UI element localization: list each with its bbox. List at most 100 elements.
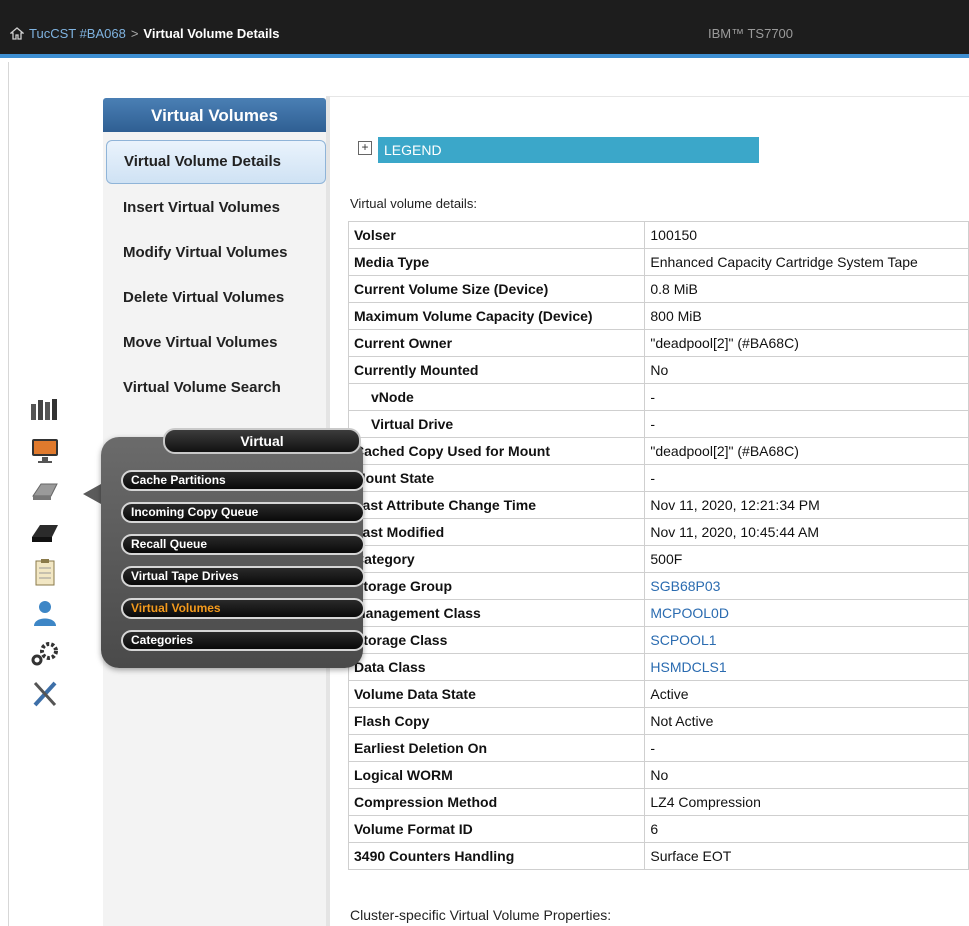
detail-key: Volume Format ID [347,815,646,843]
table-row: Volume Format ID 6 [347,815,969,843]
detail-key: Compression Method [347,788,646,816]
detail-key: 3490 Counters Handling [347,842,646,870]
table-row: Virtual Drive - [347,410,969,438]
detail-value: "deadpool[2]" (#BA68C) [644,437,969,465]
detail-key: Earliest Deletion On [347,734,646,762]
detail-value: "deadpool[2]" (#BA68C) [644,329,969,357]
detail-value: Nov 11, 2020, 10:45:44 AM [644,518,969,546]
detail-value: No [644,356,969,384]
cluster-properties-caption: Cluster-specific Virtual Volume Properti… [350,907,612,923]
detail-key: Storage Group [347,572,646,600]
table-row: Storage Group SGB68P03 [347,572,969,600]
flyout-item-incoming-copy-queue[interactable]: Incoming Copy Queue [121,502,365,523]
detail-value: No [644,761,969,789]
detail-key: Cached Copy Used for Mount [347,437,646,465]
clipboard-icon[interactable] [29,558,61,588]
detail-key: Currently Mounted [347,356,646,384]
detail-key: vNode [347,383,646,411]
legend-bar[interactable]: + LEGEND [352,135,759,165]
table-row: Last Modified Nov 11, 2020, 10:45:44 AM [347,518,969,546]
detail-value: - [644,410,969,438]
table-row: Volume Data State Active [347,680,969,708]
breadcrumb-cluster-link[interactable]: TucCST #BA068 [29,26,126,41]
table-row: Flash Copy Not Active [347,707,969,735]
detail-value: Active [644,680,969,708]
table-row: Earliest Deletion On - [347,734,969,762]
table-row: Storage Class SCPOOL1 [347,626,969,654]
breadcrumb-current: Virtual Volume Details [143,26,280,41]
table-row: Mount State - [347,464,969,492]
detail-key: Flash Copy [347,707,646,735]
table-row: Management Class MCPOOL0D [347,599,969,627]
table-row: Current Owner "deadpool[2]" (#BA68C) [347,329,969,357]
detail-value: Surface EOT [644,842,969,870]
detail-key: Category [347,545,646,573]
detail-value: Enhanced Capacity Cartridge System Tape [644,248,969,276]
detail-key: Logical WORM [347,761,646,789]
detail-value: 0.8 MiB [644,275,969,303]
table-row: Last Attribute Change Time Nov 11, 2020, … [347,491,969,519]
legend-label: LEGEND [384,142,442,158]
content-panel: + LEGEND Virtual volume details: Volser 1… [330,62,969,926]
panel-top-line [330,96,969,97]
detail-key: Volser [347,221,646,249]
detail-value: - [644,383,969,411]
home-icon[interactable] [10,27,24,40]
flyout-item-virtual-tape-drives[interactable]: Virtual Tape Drives [121,566,365,587]
nav-item-virtual-volume-search[interactable]: Virtual Volume Search [103,366,326,410]
header-accent-bar [0,54,969,58]
cluster-icon[interactable] [29,394,61,424]
storage-class-link[interactable]: SCPOOL1 [650,632,716,648]
table-row: 3490 Counters Handling Surface EOT [347,842,969,870]
flyout-title: Virtual [163,428,361,454]
detail-value: 6 [644,815,969,843]
detail-value: Not Active [644,707,969,735]
virtual-volume-details-table: Volser 100150 Media Type Enhanced Capacity… [347,221,969,870]
detail-value: LZ4 Compression [644,788,969,816]
storage-group-link[interactable]: SGB68P03 [650,578,720,594]
detail-key: Maximum Volume Capacity (Device) [347,302,646,330]
cartridge-icon[interactable] [29,517,61,547]
nav-item-insert-virtual-volumes[interactable]: Insert Virtual Volumes [103,186,326,230]
table-row: Maximum Volume Capacity (Device) 800 MiB [347,302,969,330]
flyout-item-recall-queue[interactable]: Recall Queue [121,534,365,555]
detail-key: Media Type [347,248,646,276]
product-name: IBM™ TS7700 [708,26,794,41]
settings-icon[interactable] [29,639,61,669]
nav-item-move-virtual-volumes[interactable]: Move Virtual Volumes [103,321,326,365]
table-row: Data Class HSMDCLS1 [347,653,969,681]
table-row: Cached Copy Used for Mount "deadpool[2]" … [347,437,969,465]
expand-icon[interactable]: + [358,141,372,155]
detail-key: Mount State [347,464,646,492]
detail-key: Management Class [347,599,646,627]
table-row: vNode - [347,383,969,411]
breadcrumb-separator: > [130,26,139,41]
detail-value: 500F [644,545,969,573]
table-row: Logical WORM No [347,761,969,789]
virtual-flyout-menu: Virtual Cache Partitions Incoming Copy Q… [101,428,365,668]
table-row: Current Volume Size (Device) 0.8 MiB [347,275,969,303]
nav-item-virtual-volume-details[interactable]: Virtual Volume Details [106,140,326,184]
flyout-item-virtual-volumes[interactable]: Virtual Volumes [121,598,365,619]
data-class-link[interactable]: HSMDCLS1 [650,659,726,675]
flyout-item-cache-partitions[interactable]: Cache Partitions [121,470,365,491]
detail-value: - [644,464,969,492]
nav-item-modify-virtual-volumes[interactable]: Modify Virtual Volumes [103,231,326,275]
flyout-item-categories[interactable]: Categories [121,630,365,651]
detail-key: Volume Data State [347,680,646,708]
detail-value: Nov 11, 2020, 12:21:34 PM [644,491,969,519]
table-row: Category 500F [347,545,969,573]
user-icon[interactable] [29,598,61,628]
tools-icon[interactable] [29,679,61,709]
nav-title: Virtual Volumes [103,98,326,132]
table-row: Compression Method LZ4 Compression [347,788,969,816]
table-row: Media Type Enhanced Capacity Cartridge Sy… [347,248,969,276]
table-row: Currently Mounted No [347,356,969,384]
detail-value: 100150 [644,221,969,249]
nav-item-delete-virtual-volumes[interactable]: Delete Virtual Volumes [103,276,326,320]
monitor-icon[interactable] [29,436,61,466]
detail-key: Virtual Drive [347,410,646,438]
management-class-link[interactable]: MCPOOL0D [650,605,729,621]
tape-drive-icon[interactable] [29,476,61,506]
detail-key: Storage Class [347,626,646,654]
